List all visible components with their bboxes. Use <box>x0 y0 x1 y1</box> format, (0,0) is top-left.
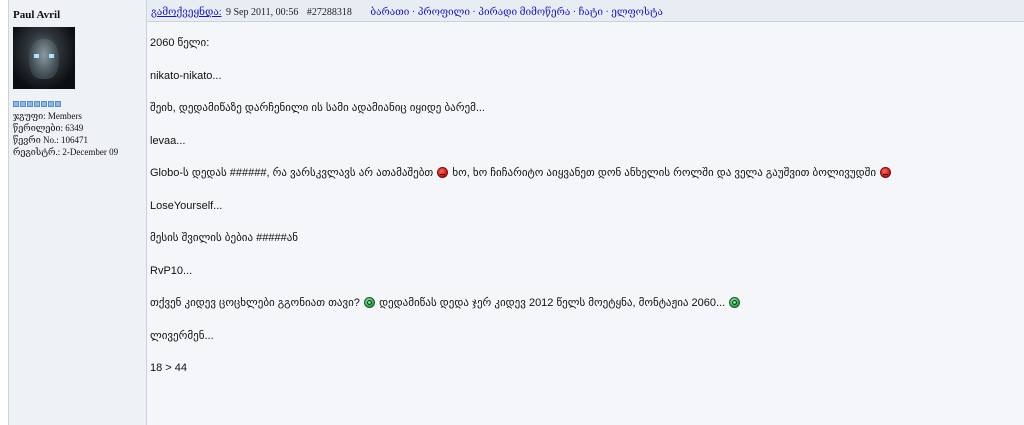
post-line: მესის შვილის ბებია #####ან <box>150 232 299 244</box>
rank-pip <box>13 101 19 107</box>
rank-pip <box>41 101 47 107</box>
post-action-links[interactable]: ბარათი · პროფილი · პირადი მიმოწერა · ჩატ… <box>370 7 662 18</box>
post-line-text: Globo-ს დედას ######, რა ვარსკვლავს არ ა… <box>150 167 434 179</box>
post-line: შეიხ, დედამიწაზე დარჩენილი ის სამი ადამი… <box>150 102 485 114</box>
posted-link[interactable]: გამოქვეყნდა: <box>151 7 222 18</box>
post-main: გამოქვეყნდა: 9 Sep 2011, 00:56 #27288318… <box>147 0 1024 425</box>
post-header: გამოქვეყნდა: 9 Sep 2011, 00:56 #27288318… <box>147 0 1024 22</box>
post-line: 2060 წელი: <box>150 37 210 49</box>
post-line: LoseYourself... <box>150 199 223 212</box>
green-smiley-icon <box>729 297 741 308</box>
post-line: ლივერმენ... <box>150 329 214 342</box>
green-smiley-icon <box>364 297 375 308</box>
post-date: 9 Sep 2011, 00:56 <box>226 7 299 18</box>
post-line-text: დედამიწას დედა ჯერ კიდევ 2012 წელს მოეტყ… <box>379 297 726 309</box>
angry-smiley-icon <box>437 167 449 178</box>
author-registered: რეგისტრ.: 2-December 09 <box>13 147 119 157</box>
author-sidebar: Paul Avril ჯგუფი: Members წერილები: 6349… <box>9 0 147 425</box>
rank-pip <box>48 101 54 107</box>
angry-smiley-icon <box>880 167 892 178</box>
avatar[interactable] <box>13 27 75 89</box>
post-line: levaa... <box>150 134 186 147</box>
author-meta: ჯგუფი: Members წერილები: 6349 წევრი No.:… <box>13 110 146 158</box>
author-group: ჯგუფი: Members <box>13 111 82 121</box>
forum-post: Paul Avril ჯგუფი: Members წერილები: 6349… <box>8 0 1024 425</box>
rank-pip <box>34 101 40 107</box>
rank-pip <box>20 101 26 107</box>
rank-pips <box>13 101 146 108</box>
post-line: 18 > 44 <box>150 362 188 374</box>
rank-pip <box>55 101 61 107</box>
post-body: 2060 წელი: nikato-nikato... შეიხ, დედამი… <box>147 22 1024 394</box>
post-id[interactable]: #27288318 <box>307 7 352 18</box>
author-name[interactable]: Paul Avril <box>13 8 146 21</box>
rank-pip <box>27 101 33 107</box>
post-line-text: თქვენ კიდევ ცოცხლები გგონიათ თავი? <box>150 297 360 309</box>
post-line: nikato-nikato... <box>150 69 222 82</box>
author-member-no: წევრი No.: 106471 <box>13 135 88 145</box>
author-posts: წერილები: 6349 <box>13 123 84 133</box>
post-line-text: ხო, ხო ჩიჩარიტო აიყვანეთ დონ ანხელის როლ… <box>452 167 877 179</box>
post-line: Globo-ს დედას ######, რა ვარსკვლავს არ ა… <box>150 166 1024 199</box>
post-line: თქვენ კიდევ ცოცხლები გგონიათ თავი? დედამ… <box>150 296 1024 329</box>
post-line: RvP10... <box>150 264 193 277</box>
